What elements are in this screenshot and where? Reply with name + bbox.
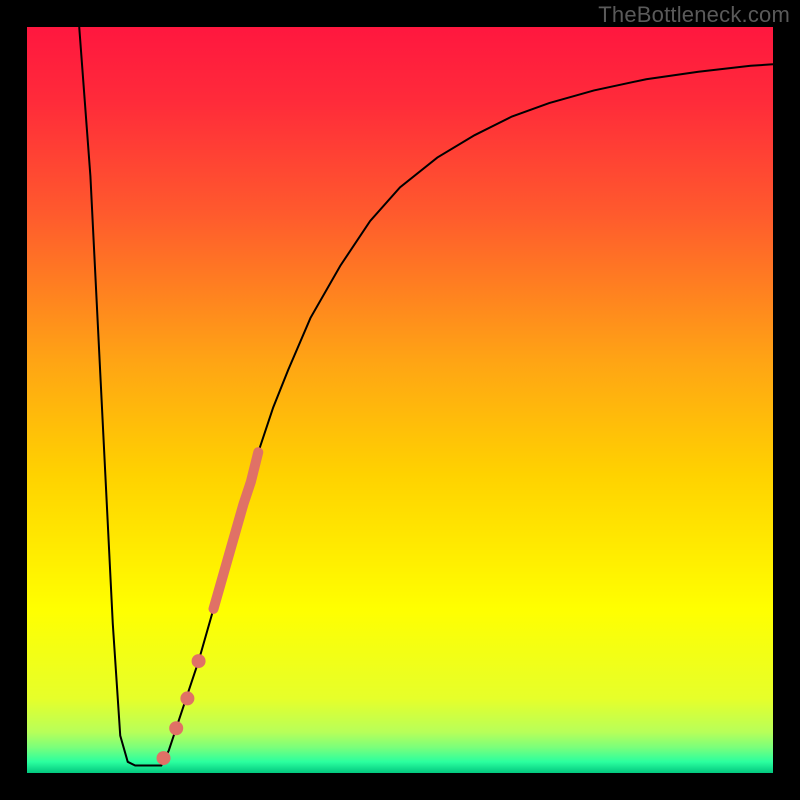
highlight-dot — [157, 751, 171, 765]
chart-svg — [27, 27, 773, 773]
gradient-background — [27, 27, 773, 773]
chart-frame: TheBottleneck.com — [0, 0, 800, 800]
plot-area — [27, 27, 773, 773]
highlight-dot — [192, 654, 206, 668]
highlight-dot — [180, 691, 194, 705]
watermark-text: TheBottleneck.com — [598, 2, 790, 28]
highlight-dot — [169, 721, 183, 735]
